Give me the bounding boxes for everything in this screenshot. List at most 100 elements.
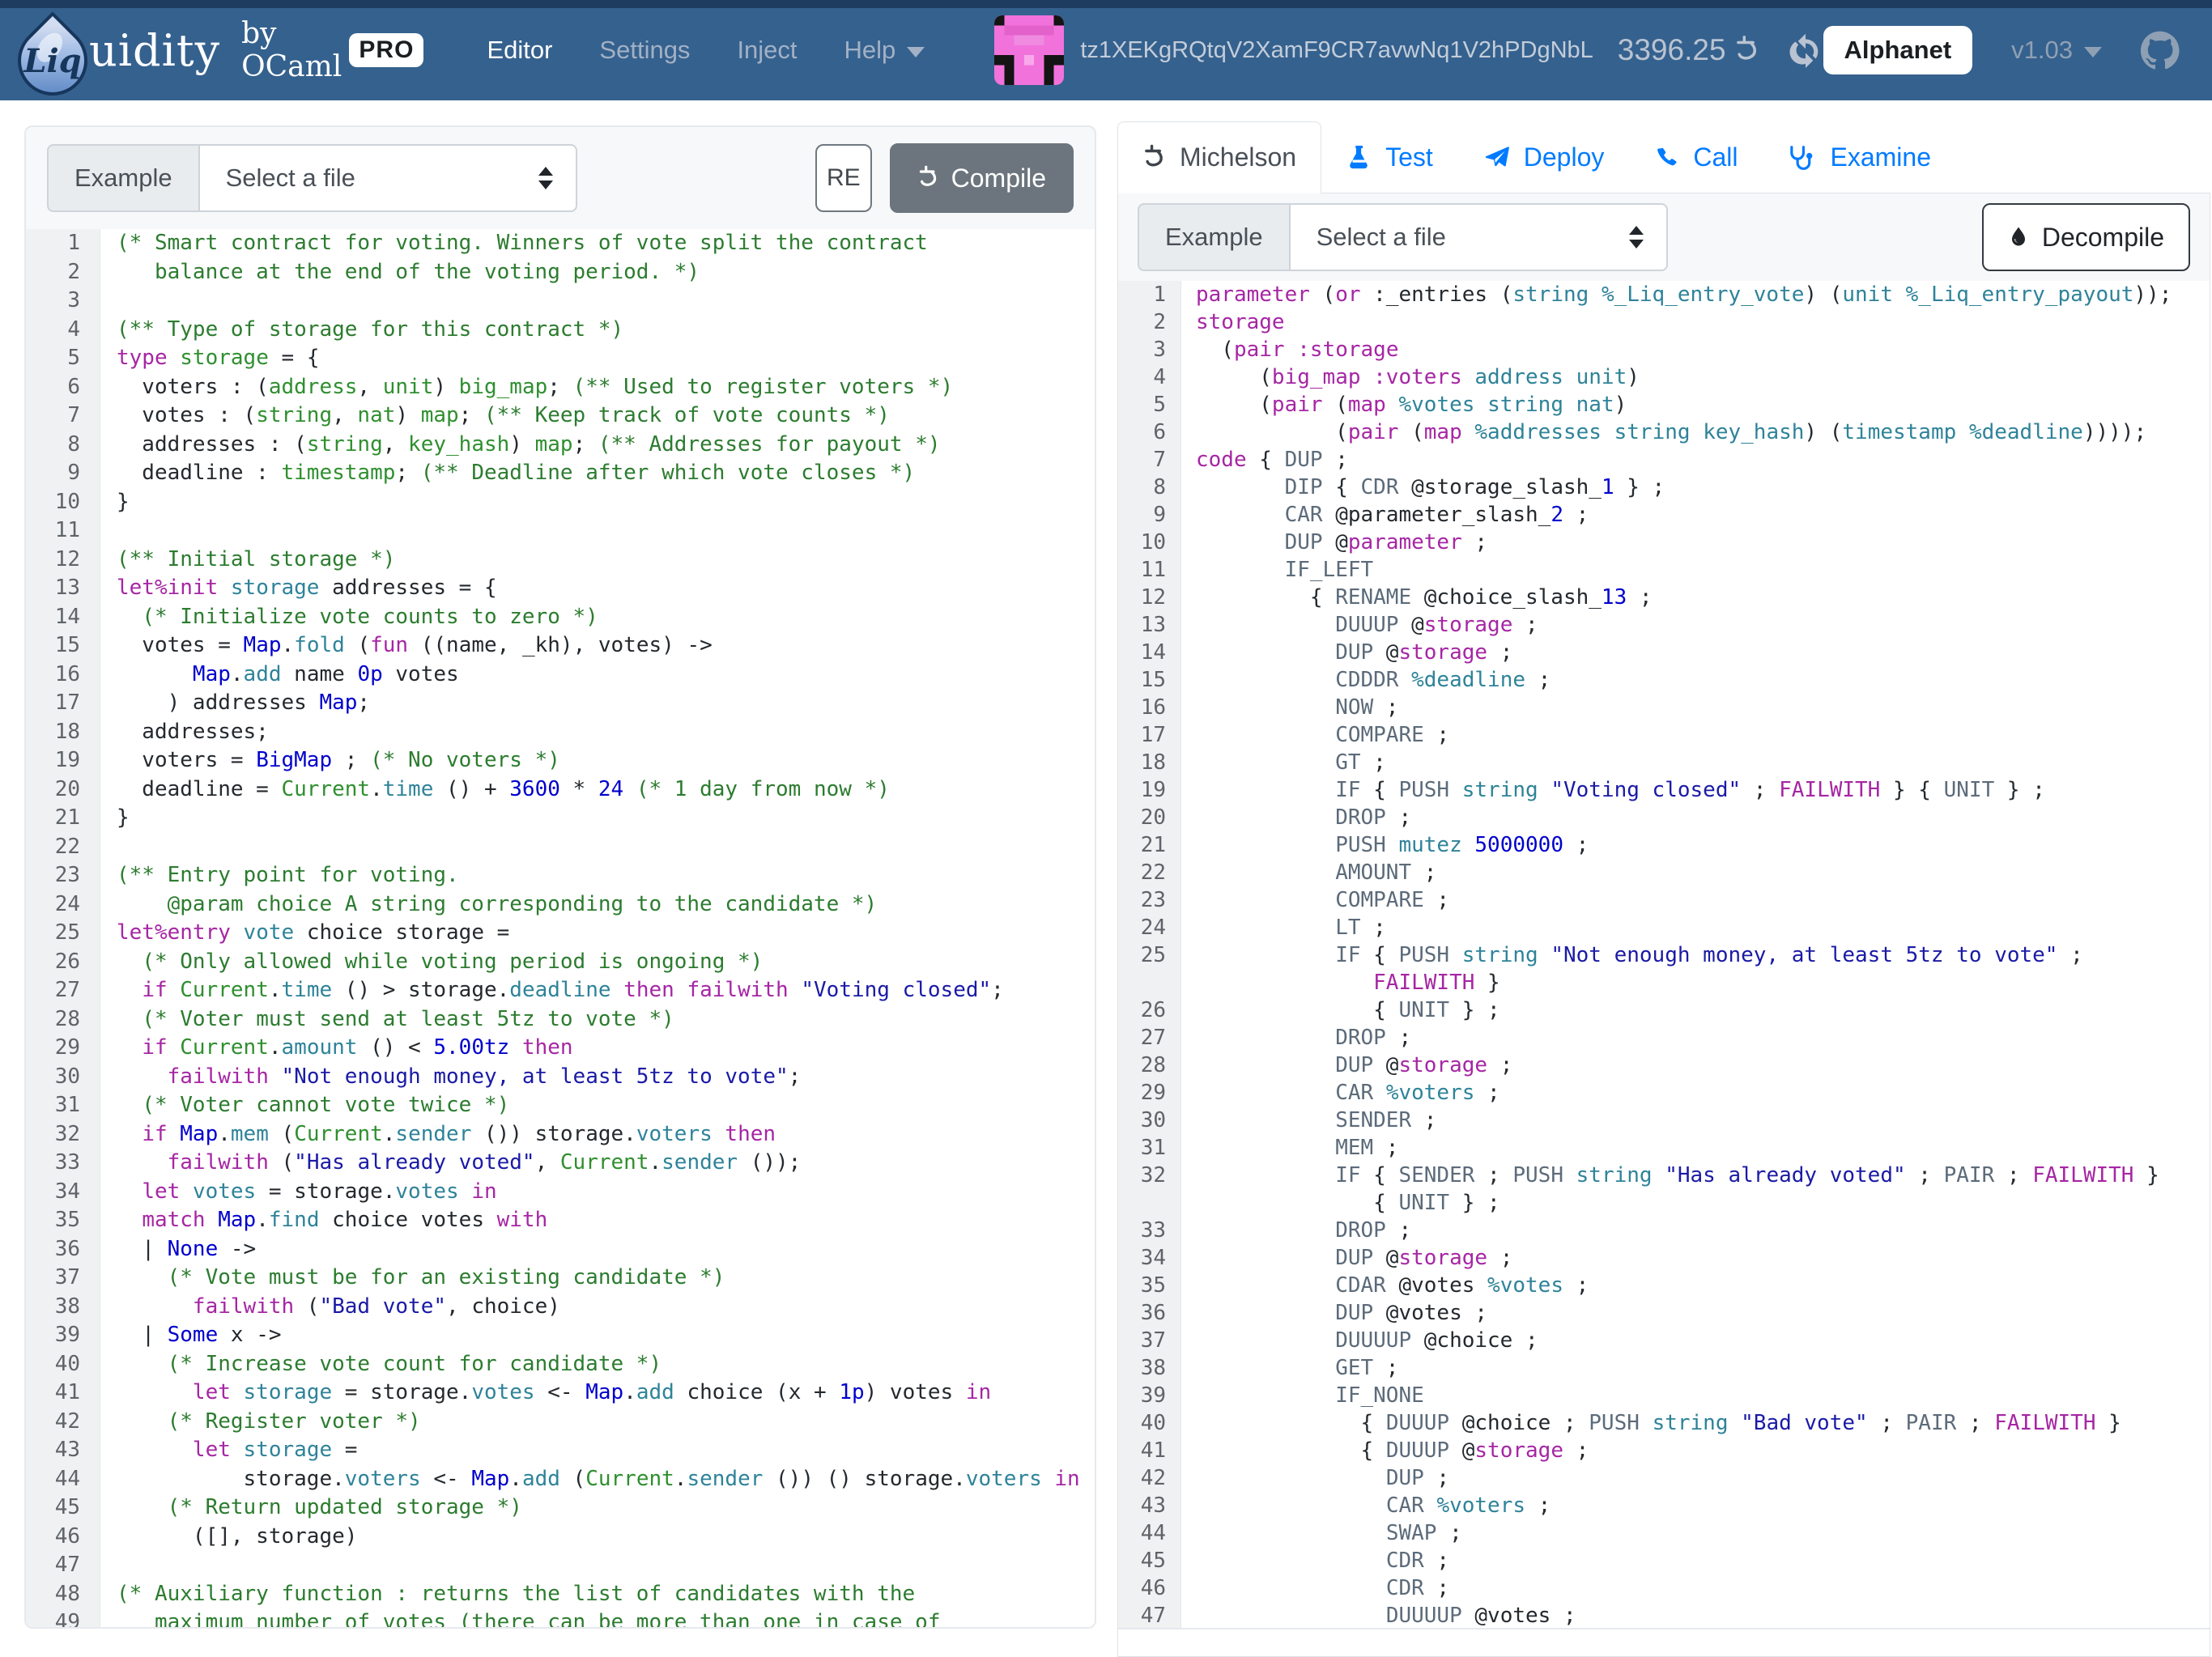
top-navbar: Liq uidity by OCaml PRO Editor Settings … [0, 0, 2212, 100]
file-select[interactable]: Select a file [198, 144, 577, 212]
menu-item-settings[interactable]: Settings [599, 36, 690, 65]
code-line: 9 deadline : timestamp; (** Deadline aft… [26, 459, 1095, 488]
code-line: 31 MEM ; [1118, 1134, 2210, 1162]
code-line: 44 storage.voters <- Map.add (Current.se… [26, 1465, 1095, 1494]
code-line: 12 { RENAME @choice_slash_13 ; [1118, 584, 2210, 611]
code-line: 42 (* Register voter *) [26, 1408, 1095, 1437]
code-line: 40 (* Increase vote count for candidate … [26, 1350, 1095, 1379]
compile-button[interactable]: Compile [890, 143, 1074, 213]
network-badge[interactable]: Alphanet [1823, 26, 1973, 74]
code-line: 37 (* Vote must be for an existing candi… [26, 1264, 1095, 1293]
tez-icon [1142, 144, 1165, 172]
code-line: 39 | Some x -> [26, 1321, 1095, 1350]
code-line: 17 COMPARE ; [1118, 721, 2210, 749]
code-line: 8 addresses : (string, key_hash) map; (*… [26, 431, 1095, 460]
code-line: 9 CAR @parameter_slash_2 ; [1118, 501, 2210, 529]
menu-item-help[interactable]: Help [844, 36, 925, 65]
stethoscope-icon [1788, 145, 1815, 171]
code-line: 47 DUUUUP @votes ; [1118, 1602, 2210, 1629]
compile-button-label: Compile [951, 164, 1046, 193]
michelson-tab-content: Example Select a file Decompile 1paramet… [1117, 193, 2210, 1657]
code-line: 46 CDR ; [1118, 1574, 2210, 1602]
code-line: 23 COMPARE ; [1118, 886, 2210, 914]
brand[interactable]: Liq uidity by OCaml PRO [11, 5, 423, 96]
right-tabs: Michelson Test Deploy Call Examine [1117, 121, 2210, 193]
code-line: 27 if Current.time () > storage.deadline… [26, 976, 1095, 1005]
code-line: 12(** Initial storage *) [26, 546, 1095, 575]
code-line: 28 (* Voter must send at least 5tz to vo… [26, 1005, 1095, 1035]
code-line: 30 failwith "Not enough money, at least … [26, 1063, 1095, 1092]
code-line: 18 addresses; [26, 718, 1095, 747]
code-line: 32 IF { SENDER ; PUSH string "Has alread… [1118, 1162, 2210, 1189]
code-line: 4(** Type of storage for this contract *… [26, 316, 1095, 345]
code-line: 41 { DUUUP @storage ; [1118, 1437, 2210, 1464]
menu-item-editor[interactable]: Editor [487, 36, 552, 65]
pro-badge: PRO [349, 33, 423, 67]
code-line: 41 let storage = storage.votes <- Map.ad… [26, 1379, 1095, 1408]
reason-syntax-button[interactable]: RE [815, 144, 872, 212]
file-select-value: Select a file [1317, 223, 1446, 252]
menu-item-inject[interactable]: Inject [737, 36, 797, 65]
tab-deploy[interactable]: Deploy [1458, 121, 1630, 193]
tez-icon [917, 165, 938, 191]
code-line: 3 (pair :storage [1118, 336, 2210, 363]
refresh-balance-icon[interactable] [1788, 32, 1823, 68]
code-line: { UNIT } ; [1118, 1189, 2210, 1217]
code-line: 35 match Map.find choice votes with [26, 1206, 1095, 1235]
code-line: 20 deadline = Current.time () + 3600 * 2… [26, 775, 1095, 805]
code-line: 38 failwith ("Bad vote", choice) [26, 1293, 1095, 1322]
code-line: 10 DUP @parameter ; [1118, 529, 2210, 556]
chevron-down-icon [2084, 47, 2102, 57]
michelson-code-editor[interactable]: 1parameter (or :_entries (string %_Liq_e… [1118, 281, 2210, 1629]
code-line: 35 CDAR @votes %votes ; [1118, 1272, 2210, 1299]
select-arrows-icon [538, 167, 553, 189]
code-line: 1parameter (or :_entries (string %_Liq_e… [1118, 281, 2210, 308]
example-label: Example [47, 144, 198, 212]
code-line: 1(* Smart contract for voting. Winners o… [26, 229, 1095, 258]
code-line: 48(* Auxiliary function : returns the li… [26, 1580, 1095, 1609]
code-line: 5type storage = { [26, 344, 1095, 373]
avatar[interactable] [994, 15, 1064, 85]
code-line: 25let%entry vote choice storage = [26, 919, 1095, 948]
code-line: 14 (* Initialize vote counts to zero *) [26, 603, 1095, 632]
code-line: 21} [26, 804, 1095, 833]
code-line: 37 DUUUUP @choice ; [1118, 1327, 2210, 1354]
code-line: 27 DROP ; [1118, 1024, 2210, 1052]
droplet-icon [2008, 223, 2029, 251]
example-file-group: Example Select a file [47, 144, 577, 212]
tab-call-label: Call [1693, 142, 1738, 172]
code-line: 7 votes : (string, nat) map; (** Keep tr… [26, 402, 1095, 431]
code-line: 26 (* Only allowed while voting period i… [26, 948, 1095, 977]
navbar-right-cluster: Alphanet v1.03 [1823, 26, 2180, 74]
liquidity-code-editor[interactable]: 1(* Smart contract for voting. Winners o… [26, 229, 1095, 1627]
github-icon[interactable] [2141, 31, 2180, 70]
tab-test-label: Test [1385, 142, 1433, 172]
code-line: 47 [26, 1551, 1095, 1580]
code-line: 30 SENDER ; [1118, 1107, 2210, 1134]
version-selector[interactable]: v1.03 [2011, 36, 2102, 65]
brand-word: uidity [89, 25, 220, 76]
brand-by-ocaml: by OCaml [241, 17, 342, 83]
code-line: 19 voters = BigMap ; (* No voters *) [26, 746, 1095, 775]
code-line: 24 @param choice A string corresponding … [26, 890, 1095, 920]
code-line: 34 DUP @storage ; [1118, 1244, 2210, 1272]
code-line: 19 IF { PUSH string "Voting closed" ; FA… [1118, 776, 2210, 804]
code-line: 33 DROP ; [1118, 1217, 2210, 1244]
code-line: 21 PUSH mutez 5000000 ; [1118, 831, 2210, 859]
tab-test[interactable]: Test [1321, 121, 1458, 193]
file-select[interactable]: Select a file [1289, 203, 1668, 271]
tab-michelson[interactable]: Michelson [1117, 121, 1321, 193]
code-line: 16 Map.add name 0p votes [26, 661, 1095, 690]
code-line: 11 IF_LEFT [1118, 556, 2210, 584]
code-line: 46 ([], storage) [26, 1523, 1095, 1552]
file-select-value: Select a file [226, 164, 355, 193]
chevron-down-icon [907, 47, 925, 57]
tezos-address[interactable]: tz1XEKgRQtqV2XamF9CR7avwNq1V2hPDgNbL [1080, 37, 1593, 64]
tab-examine[interactable]: Examine [1763, 121, 1956, 193]
code-line: 8 DIP { CDR @storage_slash_1 } ; [1118, 474, 2210, 501]
code-line: 13 DUUUP @storage ; [1118, 611, 2210, 639]
phone-icon [1654, 146, 1678, 170]
decompile-button[interactable]: Decompile [1982, 203, 2190, 271]
code-line: 11 [26, 516, 1095, 546]
tab-call[interactable]: Call [1629, 121, 1763, 193]
